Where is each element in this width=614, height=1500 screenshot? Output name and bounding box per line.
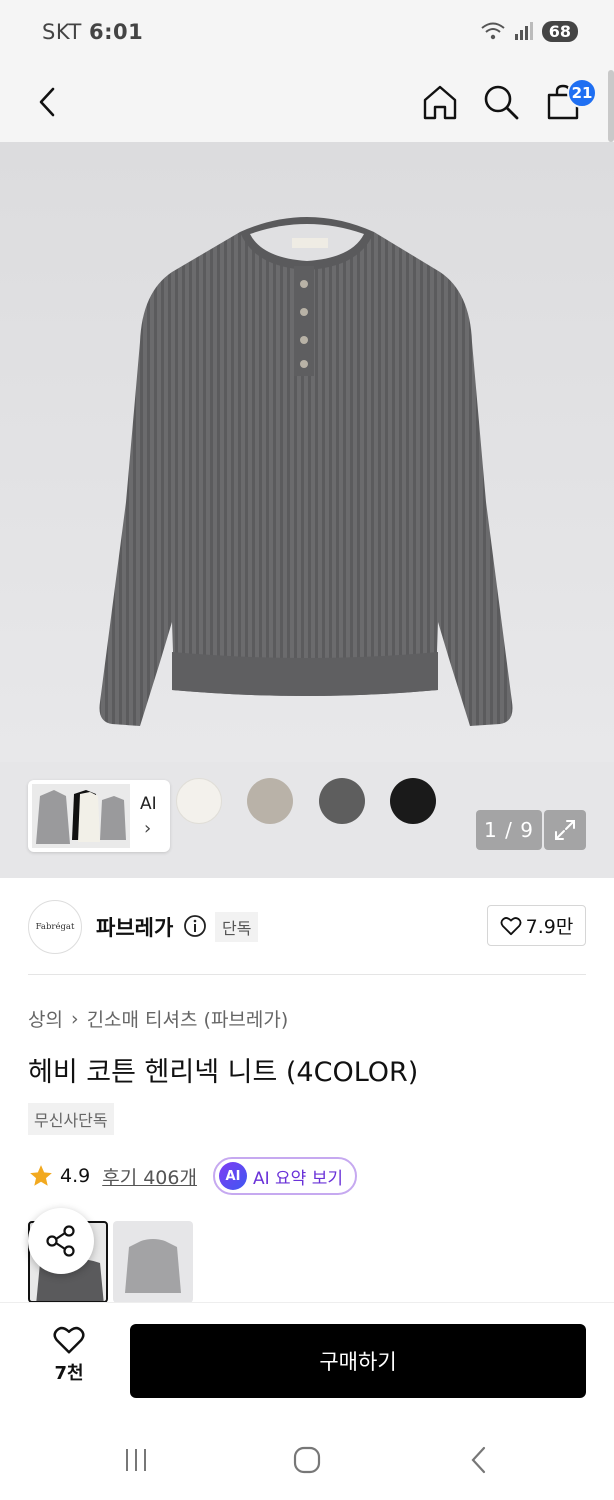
ai-badge-icon: AI	[218, 1162, 247, 1190]
share-button[interactable]	[28, 1208, 94, 1274]
battery-indicator: 68	[541, 20, 578, 42]
info-icon[interactable]	[183, 914, 207, 938]
home-button[interactable]	[414, 76, 466, 128]
color-swatch-beige[interactable]	[247, 778, 293, 824]
wishlist-count: 7천	[54, 1363, 84, 1384]
musinsa-exclusive-badge: 무신사단독	[28, 1103, 114, 1135]
image-page-counter: 1 / 9	[476, 810, 542, 850]
brand-logo[interactable]: Fabrégat	[28, 900, 82, 954]
chevron-right-icon: ›	[144, 818, 152, 839]
brand-like-count: 7.9만	[525, 916, 574, 938]
divider	[28, 974, 586, 975]
signal-icon	[514, 22, 533, 40]
brand-logo-text: Fabrégat	[35, 922, 75, 932]
expand-icon	[555, 820, 575, 840]
expand-image-button[interactable]	[544, 810, 586, 850]
rating-row: 4.9 후기 406개 AI AI 요약 보기	[28, 1157, 357, 1195]
ai-thumb-label: AI	[140, 794, 157, 814]
wifi-icon	[481, 22, 505, 40]
breadcrumb-separator-icon: ›	[70, 1007, 79, 1030]
home-icon	[423, 85, 457, 120]
system-navigation-bar	[0, 1416, 614, 1500]
breadcrumb-category[interactable]: 상의	[28, 1005, 63, 1032]
breadcrumb-subcategory[interactable]: 긴소매 티셔츠 (파브레가)	[87, 1005, 289, 1032]
brand-exclusive-tag: 단독	[215, 912, 259, 942]
breadcrumb: 상의 › 긴소매 티셔츠 (파브레가)	[28, 1005, 288, 1032]
review-count-link[interactable]: 후기 406개	[102, 1163, 197, 1190]
brand-like-button[interactable]: 7.9만	[487, 905, 586, 946]
system-back-button[interactable]	[459, 1440, 499, 1480]
bottom-action-bar: 7천 구매하기	[0, 1302, 614, 1416]
ai-summary-label: AI 요약 보기	[252, 1168, 343, 1189]
cart-button[interactable]: 21	[537, 76, 597, 128]
ai-outfit-preview	[32, 784, 130, 848]
color-swatch-ivory[interactable]	[176, 778, 222, 824]
back-button[interactable]	[22, 76, 74, 128]
recent-apps-icon	[126, 1449, 146, 1471]
product-photo-sweater	[0, 142, 614, 762]
share-icon	[46, 1225, 75, 1257]
search-icon	[484, 85, 519, 120]
status-icons: 68	[480, 20, 578, 42]
home-nav-button[interactable]	[287, 1440, 327, 1480]
color-swatch-charcoal[interactable]	[319, 778, 365, 824]
app-header: 21	[0, 62, 614, 142]
clock: 6:01	[89, 20, 144, 44]
wishlist-button[interactable]: 7천	[40, 1325, 98, 1393]
search-button[interactable]	[475, 76, 527, 128]
carrier-label: SKT	[42, 20, 82, 44]
product-image-carousel[interactable]: AI › 1 / 9	[0, 142, 614, 878]
home-circle-icon	[293, 1446, 321, 1474]
ai-styling-thumbnail[interactable]: AI ›	[28, 780, 170, 852]
heart-icon	[500, 916, 522, 935]
status-carrier-time: SKT 6:01	[42, 20, 143, 44]
ai-summary-button[interactable]: AI AI 요약 보기	[212, 1157, 357, 1195]
cart-count-badge: 21	[567, 78, 597, 108]
variant-thumbnail-gray[interactable]	[113, 1221, 193, 1303]
scrollbar[interactable]	[608, 70, 614, 142]
star-icon	[30, 1165, 52, 1186]
color-swatch-black[interactable]	[390, 778, 436, 824]
status-bar: SKT 6:01 68	[0, 0, 614, 62]
recent-apps-button[interactable]	[116, 1440, 156, 1480]
back-arrow-icon	[471, 1446, 486, 1474]
product-title: 헤비 코튼 헨리넥 니트 (4COLOR)	[28, 1057, 419, 1088]
chevron-left-icon	[39, 87, 55, 117]
heart-icon	[53, 1326, 85, 1354]
brand-name[interactable]: 파브레가	[96, 912, 173, 942]
buy-button[interactable]: 구매하기	[130, 1324, 586, 1398]
rating-value: 4.9	[60, 1165, 91, 1187]
